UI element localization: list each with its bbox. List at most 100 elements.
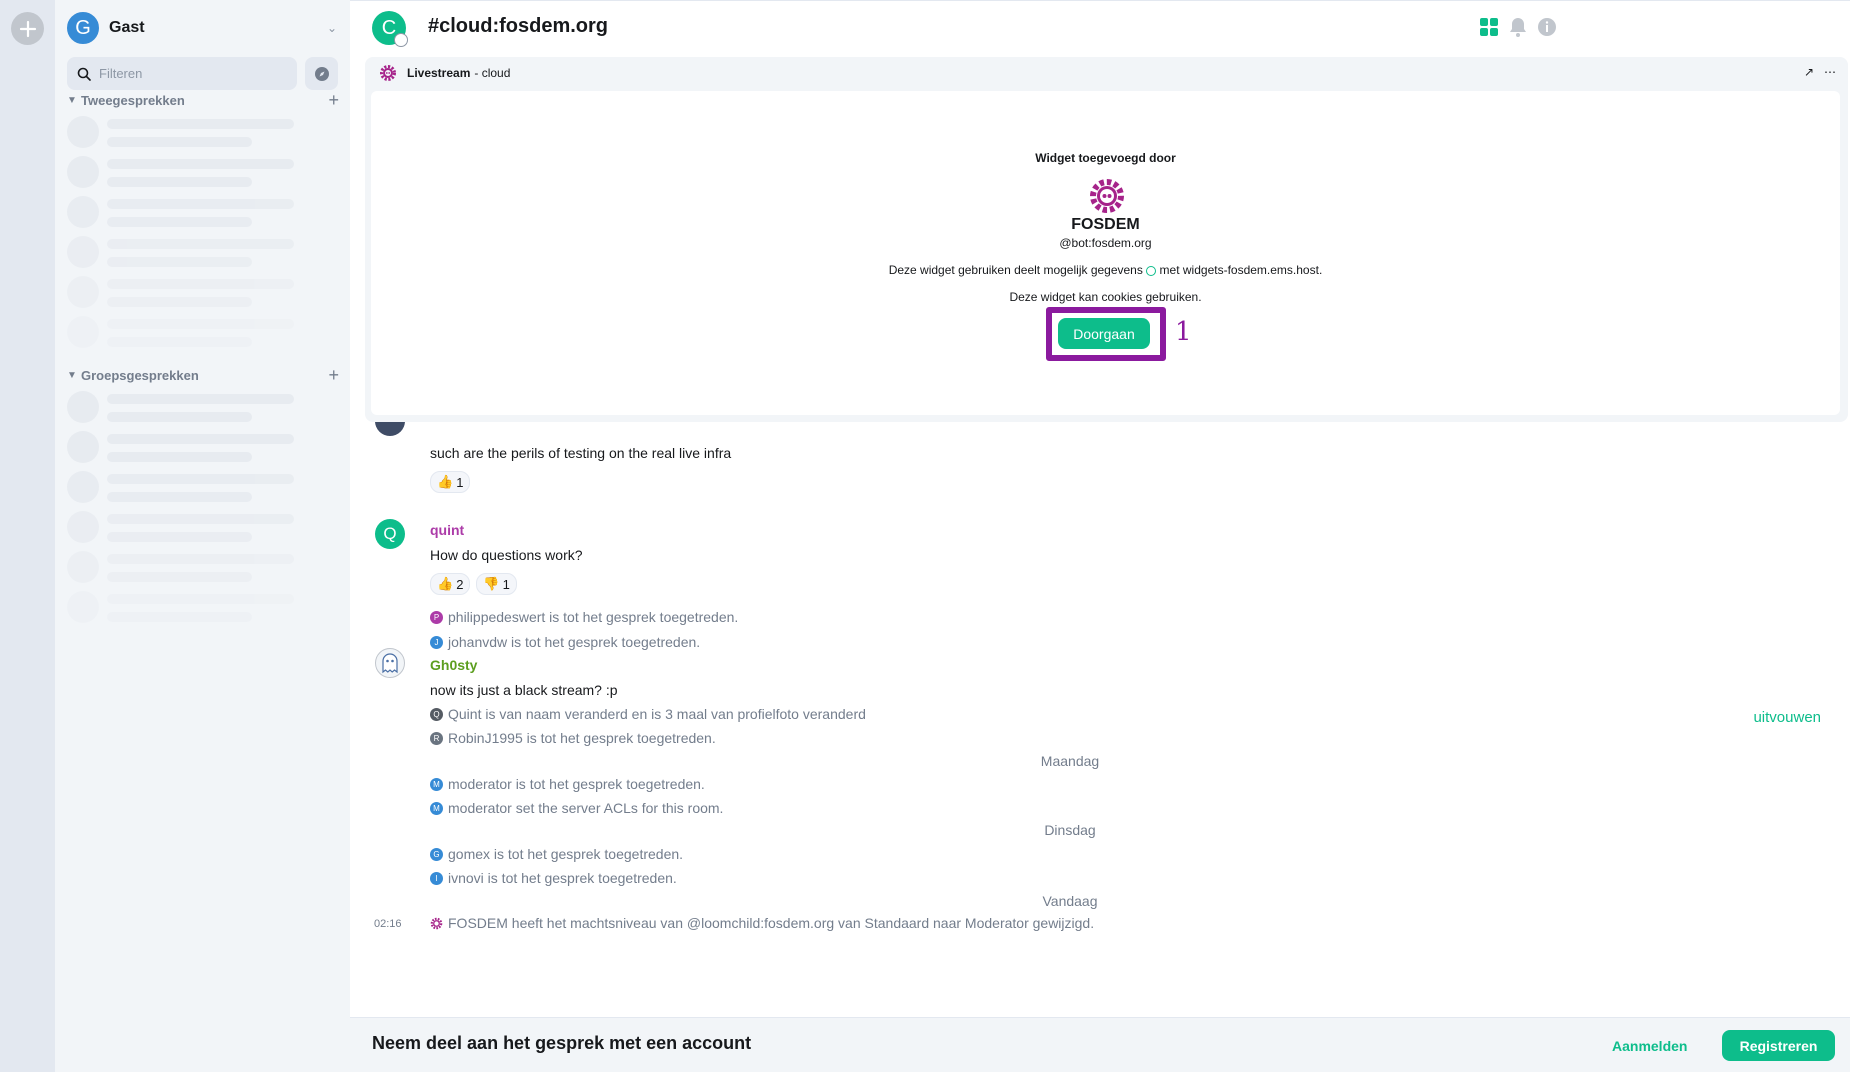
message-body: How do questions work? [430,547,583,563]
create-space-button[interactable] [11,12,44,45]
widget-cookie-warning: Deze widget kan cookies gebruiken. [1009,290,1202,304]
avatar[interactable]: M [430,777,443,791]
widget-owner-name: FOSDEM [1071,216,1140,233]
avatar[interactable]: Q [430,707,443,721]
chevron-down-icon: ▼ [67,94,77,106]
loading-placeholder [67,114,307,152]
add-room-button[interactable]: + [328,365,339,386]
reaction-row: 👍 2 👎 1 [430,573,517,595]
chevron-down-icon: ⌄ [326,21,337,35]
avatar[interactable]: R [430,731,443,745]
register-button[interactable]: Registreren [1722,1030,1835,1061]
section-label: Groepsgesprekken [81,367,199,383]
search-placeholder: Filteren [99,66,143,81]
loading-placeholder [67,429,307,467]
event-text: moderator set the server ACLs for this r… [448,800,724,816]
power-level-event: FOSDEM heeft het machtsniveau van @loomc… [430,915,1094,931]
popout-icon[interactable]: ↗ [1804,65,1814,79]
room-header: C #cloud:fosdem.org [350,0,1850,55]
room-widgets-button[interactable] [1477,15,1501,39]
reaction-count: 1 [502,576,510,592]
grid-icon [1480,18,1498,36]
membership-event: M moderator is tot het gesprek toegetred… [430,776,705,792]
avatar: G [67,12,99,44]
globe-icon [394,33,408,47]
guest-join-bar: Neem deel aan het gesprek met een accoun… [350,1017,1850,1072]
search-icon [77,67,91,81]
thumbs-down-icon: 👎 [483,576,500,591]
avatar[interactable]: M [430,801,443,815]
notifications-button[interactable] [1506,15,1530,39]
warning-text-end: met widgets-fosdem.ems.host. [1159,263,1323,277]
warning-text-start: Deze widget gebruiken deelt mogelijk geg… [888,263,1143,277]
event-text: RobinJ1995 is tot het gesprek toegetrede… [448,730,716,746]
membership-event: G gomex is tot het gesprek toegetreden. [430,846,683,862]
avatar[interactable]: G [430,847,443,861]
space-panel [0,0,55,1072]
message-body: such are the perils of testing on the re… [430,445,732,461]
explore-rooms-button[interactable] [305,57,338,90]
loading-placeholder [67,589,307,627]
widget-data-warning: Deze widget gebruiken deelt mogelijk geg… [371,263,1840,277]
room-info-button[interactable] [1535,15,1559,39]
add-dm-button[interactable]: + [328,90,339,111]
membership-event: J johanvdw is tot het gesprek toegetrede… [430,634,700,650]
widget-titlebar: Livestream - cloud ↗ ⋯ [365,57,1848,89]
room-avatar[interactable]: C [372,11,408,47]
membership-event: P philippedeswert is tot het gesprek toe… [430,609,738,625]
info-icon [1538,18,1556,36]
reaction-thumbs-up[interactable]: 👍 2 [430,573,471,595]
avatar[interactable] [375,648,405,678]
section-label: Tweegesprekken [81,92,185,108]
widget-title: Livestream [407,66,471,80]
event-text: johanvdw is tot het gesprek toegetreden. [448,634,701,650]
loading-placeholder [67,194,307,232]
avatar[interactable]: P [430,610,443,624]
reaction-thumbs-down[interactable]: 👎 1 [476,573,517,595]
join-prompt: Neem deel aan het gesprek met een accoun… [372,1033,752,1053]
widget-subtitle: - cloud [474,66,511,80]
sender-name[interactable]: quint [430,522,464,538]
expand-link[interactable]: uitvouwen [1753,709,1821,726]
date-separator: Maandag [1040,753,1100,769]
sender-name[interactable]: Gh0sty [430,657,477,673]
plus-icon [19,20,36,37]
server-acl-event: M moderator set the server ACLs for this… [430,800,723,816]
thumbs-up-icon: 👍 [437,576,454,591]
reaction-thumbs-up[interactable]: 👍 1 [430,471,471,493]
more-options-icon[interactable]: ⋯ [1824,65,1836,79]
avatar[interactable]: Q [375,519,405,549]
reaction-row: 👍 1 [430,471,471,493]
chevron-down-icon: ▼ [67,369,77,381]
avatar[interactable]: I [430,871,443,885]
avatar[interactable]: J [430,635,443,649]
loading-placeholder [67,509,307,547]
event-text: FOSDEM heeft het machtsniveau van @loomc… [448,915,1095,931]
message-body: now its just a black stream? :p [430,682,618,698]
loading-placeholder [67,274,307,312]
fosdem-gear-icon[interactable] [430,917,443,930]
info-icon[interactable] [1146,265,1157,276]
fosdem-logo-icon [1090,179,1124,213]
user-menu[interactable]: G Gast ⌄ [67,12,337,44]
loading-placeholder [67,154,307,192]
widget-owner-id: @bot:fosdem.org [1059,236,1152,250]
thumbs-up-icon: 👍 [437,474,454,489]
section-header-dms[interactable]: ▼ Tweegesprekken + [67,90,339,110]
continue-button[interactable]: Doorgaan [1058,318,1150,349]
event-text: ivnovi is tot het gesprek toegetreden. [448,870,677,886]
room-list-panel: G Gast ⌄ Filteren ▼ Tweegesprekken + ▼ G… [55,0,350,1072]
room-name[interactable]: #cloud:fosdem.org [428,15,608,38]
widget-added-by-label: Widget toegevoegd door [1035,151,1176,165]
reaction-count: 1 [456,474,464,490]
widget-consent-area: Widget toegevoegd door FOSDEM @bot:fosde… [371,91,1840,415]
timestamp[interactable]: 02:16 [374,918,402,930]
timeline-events: such are the perils of testing on the re… [350,422,1850,1017]
search-input[interactable]: Filteren [67,57,297,90]
event-text: moderator is tot het gesprek toegetreden… [448,776,705,792]
event-text: gomex is tot het gesprek toegetreden. [448,846,684,862]
section-header-rooms[interactable]: ▼ Groepsgesprekken + [67,365,339,385]
login-button[interactable]: Aanmelden [1612,1031,1687,1061]
event-text: Quint is van naam veranderd en is 3 maal… [448,706,866,722]
date-separator: Dinsdag [1044,822,1096,838]
